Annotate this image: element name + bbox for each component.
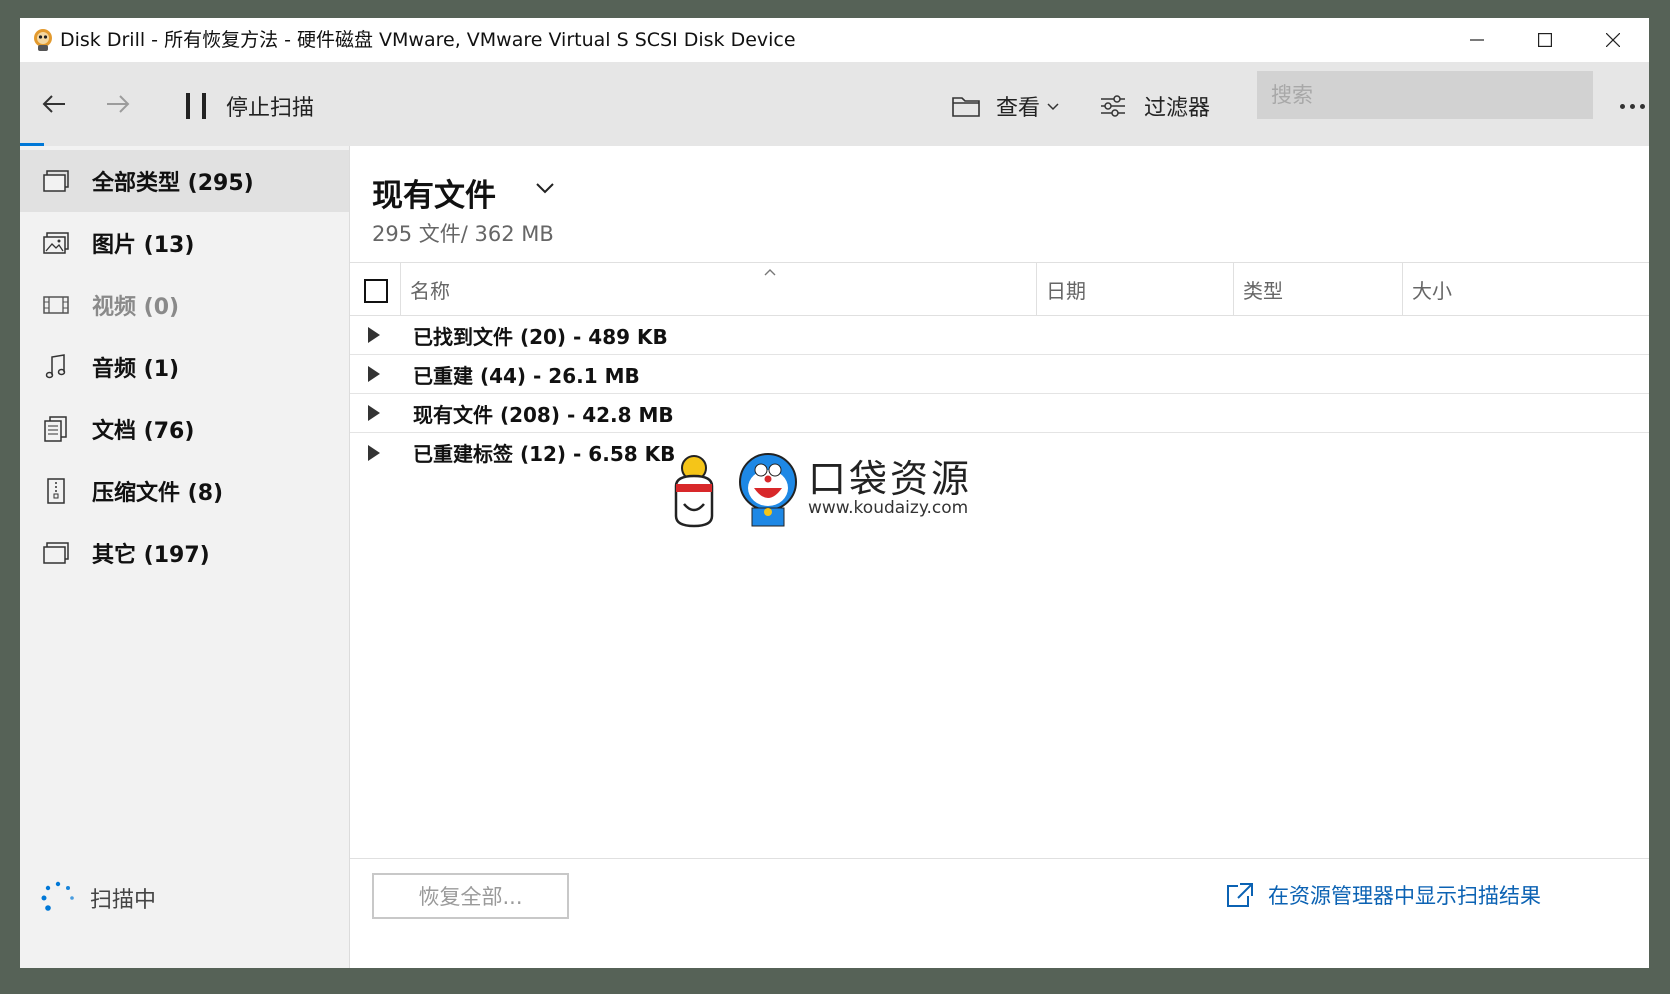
show-in-explorer-label: 在资源管理器中显示扫描结果	[1268, 884, 1541, 908]
restore-all-button[interactable]: 恢复全部...	[372, 873, 569, 919]
folder-icon	[952, 97, 980, 117]
archive-icon	[42, 477, 70, 505]
expand-arrow-icon[interactable]	[368, 444, 380, 461]
close-button[interactable]	[1579, 18, 1647, 62]
column-label: 类型	[1243, 278, 1283, 303]
sidebar-item-label: 压缩文件 (8)	[92, 481, 224, 506]
column-label: 名称	[410, 278, 450, 303]
file-summary: 295 文件/ 362 MB	[372, 222, 554, 246]
main-panel: 现有文件 295 文件/ 362 MB 名称 日期 类型 大小 已找到文件 (2…	[350, 146, 1649, 968]
forward-button[interactable]	[98, 84, 138, 124]
sidebar-item-pictures[interactable]: 图片 (13)	[20, 212, 349, 274]
tree-row-label: 已找到文件 (20) - 489 KB	[413, 324, 668, 349]
tree-row-label: 现有文件 (208) - 42.8 MB	[413, 402, 674, 427]
sidebar-item-archives[interactable]: 压缩文件 (8)	[20, 460, 349, 522]
sidebar-item-label: 图片 (13)	[92, 233, 195, 258]
tree-row[interactable]: 已重建 (44) - 26.1 MB	[350, 355, 1649, 394]
sidebar-item-label: 音频 (1)	[92, 357, 180, 382]
video-icon	[42, 291, 70, 319]
footer-bar: 恢复全部... 在资源管理器中显示扫描结果	[350, 858, 1649, 968]
disk-drill-logo-icon	[32, 28, 54, 52]
view-button[interactable]: 查看	[952, 86, 1060, 126]
stop-scan-label: 停止扫描	[226, 96, 315, 121]
tree-row[interactable]: 已重建标签 (12) - 6.58 KB	[350, 433, 1649, 472]
filter-label: 过滤器	[1144, 96, 1211, 121]
sidebar-item-all-types[interactable]: 全部类型 (295)	[20, 150, 349, 212]
more-options-button[interactable]	[1614, 88, 1649, 124]
maximize-icon	[1538, 33, 1552, 47]
minimize-icon	[1470, 39, 1484, 41]
expand-arrow-icon[interactable]	[368, 366, 380, 382]
view-label: 查看	[996, 96, 1041, 121]
chevron-down-icon	[536, 183, 554, 194]
tree-row[interactable]: 已找到文件 (20) - 489 KB	[350, 316, 1649, 355]
minimize-button[interactable]	[1443, 18, 1511, 62]
dot	[1629, 103, 1635, 109]
search-input[interactable]	[1257, 71, 1593, 119]
filter-sliders-icon	[1101, 95, 1125, 117]
filter-button[interactable]: 过滤器	[1100, 86, 1210, 126]
tree-row-label: 已重建标签 (12) - 6.58 KB	[413, 442, 676, 466]
window-title: Disk Drill - 所有恢复方法 - 硬件磁盘 VMware, VMwar…	[60, 29, 796, 51]
sidebar-item-label: 文档 (76)	[92, 419, 195, 444]
column-header-type[interactable]: 类型	[1233, 263, 1402, 315]
expand-arrow-icon[interactable]	[368, 405, 380, 421]
sidebar-item-label: 全部类型 (295)	[92, 171, 254, 196]
scan-status: 扫描中	[40, 878, 156, 918]
page-title: 现有文件	[372, 178, 496, 214]
dot	[1619, 103, 1625, 109]
table-header: 名称 日期 类型 大小	[350, 262, 1649, 316]
document-icon	[42, 415, 70, 443]
all-types-icon	[42, 167, 70, 195]
column-header-name[interactable]: 名称	[400, 263, 1036, 315]
sort-ascending-icon	[764, 269, 776, 276]
expand-arrow-icon[interactable]	[368, 327, 380, 343]
toolbar: 停止扫描 查看 过滤器	[20, 62, 1649, 146]
chevron-down-icon	[1047, 103, 1059, 111]
watermark-url: www.koudaizy.com	[808, 498, 969, 518]
back-button[interactable]	[34, 84, 74, 124]
maximize-button[interactable]	[1511, 18, 1579, 62]
loading-spinner-icon	[41, 881, 74, 911]
close-icon	[1606, 33, 1620, 47]
arrow-right-icon	[107, 95, 130, 113]
column-label: 日期	[1046, 278, 1086, 303]
sidebar: 全部类型 (295) 图片 (13) 视频 (0) 音频 (1) 文档 (76)	[20, 146, 350, 968]
stop-scan-button[interactable]: 停止扫描	[186, 86, 314, 126]
dot	[1639, 103, 1645, 109]
picture-icon	[42, 229, 70, 257]
sidebar-item-other[interactable]: 其它 (197)	[20, 522, 349, 584]
column-header-date[interactable]: 日期	[1036, 263, 1233, 315]
sidebar-item-label: 视频 (0)	[92, 295, 180, 320]
sidebar-item-label: 其它 (197)	[92, 543, 210, 568]
column-label: 大小	[1412, 278, 1452, 303]
title-bar[interactable]: Disk Drill - 所有恢复方法 - 硬件磁盘 VMware, VMwar…	[20, 18, 1649, 62]
scan-status-label: 扫描中	[90, 888, 157, 913]
music-icon	[42, 353, 70, 381]
tree-row-label: 已重建 (44) - 26.1 MB	[413, 363, 640, 388]
sidebar-item-audio[interactable]: 音频 (1)	[20, 336, 349, 398]
arrow-left-icon	[42, 95, 65, 113]
show-in-explorer-link[interactable]: 在资源管理器中显示扫描结果	[1226, 877, 1541, 913]
sidebar-item-videos[interactable]: 视频 (0)	[20, 274, 349, 336]
tree-row[interactable]: 现有文件 (208) - 42.8 MB	[350, 394, 1649, 433]
external-link-icon	[1227, 883, 1253, 907]
sidebar-item-documents[interactable]: 文档 (76)	[20, 398, 349, 460]
pause-icon	[186, 93, 206, 119]
select-all-checkbox[interactable]	[364, 279, 388, 303]
heading-dropdown-button[interactable]	[534, 180, 560, 200]
other-icon	[42, 539, 70, 567]
watermark-text: 口袋资源	[808, 457, 973, 501]
app-window: Disk Drill - 所有恢复方法 - 硬件磁盘 VMware, VMwar…	[20, 18, 1649, 968]
column-header-size[interactable]: 大小	[1402, 263, 1649, 315]
